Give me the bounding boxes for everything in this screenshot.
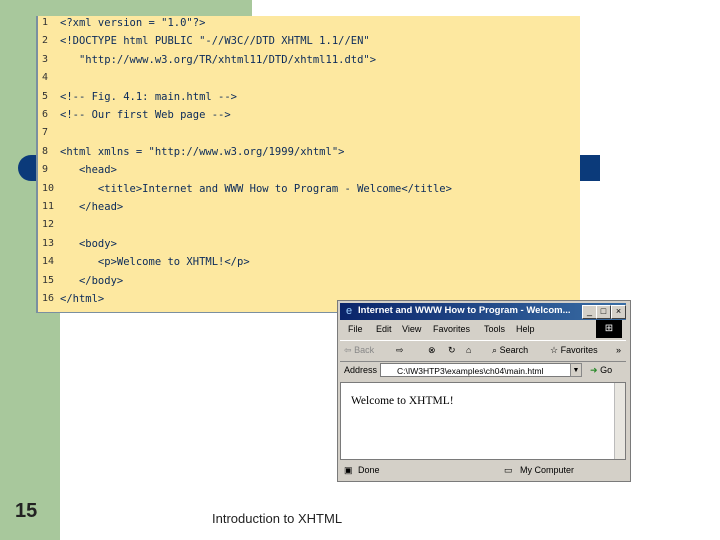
line-number: 4 — [42, 72, 49, 84]
code-text: <!-- Our first Web page --> — [60, 109, 231, 121]
line-number: 3 — [42, 53, 49, 65]
code-line: 4 — [38, 72, 580, 90]
line-number: 10 — [42, 182, 55, 194]
favorites-label: Favorites — [560, 345, 598, 355]
slide-number: 15 — [15, 500, 38, 522]
menu-file[interactable]: File — [348, 324, 363, 334]
code-text: <html xmlns = "http://www.w3.org/1999/xh… — [60, 145, 345, 158]
line-number: 6 — [42, 109, 49, 120]
line-number: 14 — [42, 256, 55, 268]
forward-arrow-icon: ⇨ — [396, 345, 404, 355]
minimize-button[interactable]: _ — [582, 305, 597, 319]
go-button[interactable]: ➜ Go — [590, 365, 612, 376]
code-text: "http://www.w3.org/TR/xhtml11/DTD/xhtml1… — [60, 53, 377, 66]
code-line: 6 <!-- Our first Web page --> — [38, 109, 580, 127]
status-bar: ▣ Done ▭ My Computer — [340, 462, 626, 478]
back-button[interactable]: ⇦ Back — [344, 345, 374, 356]
back-arrow-icon: ⇦ — [344, 345, 352, 355]
address-dropdown-icon[interactable]: ▼ — [570, 363, 582, 377]
menu-help[interactable]: Help — [516, 324, 535, 334]
favorites-button[interactable]: ☆ Favorites — [550, 345, 598, 356]
home-icon[interactable]: ⌂ — [466, 345, 471, 355]
code-line: 1 <?xml version = "1.0"?> — [38, 17, 580, 35]
line-number: 11 — [42, 201, 55, 212]
code-line: 3 "http://www.w3.org/TR/xhtml11/DTD/xhtm… — [38, 54, 580, 72]
forward-button[interactable]: ⇨ — [396, 345, 404, 356]
line-number: 2 — [42, 35, 49, 47]
search-label: Search — [499, 345, 529, 355]
browser-titlebar: e Internet and WWW How to Program - Welc… — [340, 303, 626, 320]
line-number: 12 — [42, 219, 55, 231]
maximize-button[interactable]: □ — [596, 305, 611, 319]
vertical-scrollbar[interactable] — [614, 383, 625, 459]
address-label: Address — [344, 365, 378, 375]
menu-view[interactable]: View — [402, 324, 421, 334]
menu-tools[interactable]: Tools — [484, 324, 505, 334]
line-number: 7 — [42, 127, 49, 139]
code-line: 12 — [38, 219, 580, 237]
line-number: 8 — [42, 145, 49, 157]
line-number: 1 — [42, 17, 49, 28]
menu-edit[interactable]: Edit — [376, 324, 392, 334]
code-text: </html> — [60, 293, 105, 305]
window-title: Internet and WWW How to Program - Welcom… — [358, 305, 571, 316]
search-icon: ⌕ — [492, 345, 498, 355]
my-computer-icon: ▭ — [504, 465, 513, 475]
status-done: Done — [358, 465, 380, 475]
code-line: 2 <!DOCTYPE html PUBLIC "-//W3C//DTD XHTM… — [38, 35, 580, 53]
code-text: </body> — [60, 274, 124, 287]
page-content-text: Welcome to XHTML! — [351, 395, 454, 407]
ie-icon: e — [345, 305, 353, 317]
code-line: 10 <title>Internet and WWW How to Progra… — [38, 183, 580, 201]
line-number: 16 — [42, 293, 55, 304]
code-text: <!DOCTYPE html PUBLIC "-//W3C//DTD XHTML… — [60, 35, 370, 48]
code-line: 13 <body> — [38, 238, 580, 256]
star-icon: ☆ — [550, 345, 559, 355]
line-number: 9 — [42, 164, 49, 176]
code-text: <head> — [60, 164, 117, 177]
code-text: </head> — [60, 201, 124, 213]
refresh-icon[interactable]: ↻ — [448, 345, 456, 356]
menu-bar: File Edit View Favorites Tools Help — [340, 322, 626, 338]
code-line: 15 </body> — [38, 275, 580, 293]
address-bar: Address C:\IW3HTP3\examples\ch04\main.ht… — [340, 361, 626, 381]
code-listing: 1 <?xml version = "1.0"?> 2 <!DOCTYPE html … — [36, 16, 580, 313]
status-zone: My Computer — [520, 465, 575, 475]
windows-logo-icon: ⊞ — [596, 320, 622, 338]
address-input[interactable]: C:\IW3HTP3\examples\ch04\main.html — [380, 363, 572, 377]
code-line: 8 <html xmlns = "http://www.w3.org/1999/x… — [38, 146, 580, 164]
code-text: <?xml version = "1.0"?> — [60, 17, 206, 29]
page-viewport: Welcome to XHTML! — [340, 382, 626, 460]
slide-footer: Introduction to XHTML — [212, 511, 343, 526]
code-line: 5 <!-- Fig. 4.1: main.html --> — [38, 91, 580, 109]
search-button[interactable]: ⌕ Search — [492, 345, 528, 356]
code-text: <!-- Fig. 4.1: main.html --> — [60, 90, 238, 103]
line-number: 15 — [42, 274, 55, 286]
code-text: <title>Internet and WWW How to Program -… — [60, 182, 452, 195]
line-number: 5 — [42, 90, 49, 102]
close-button[interactable]: × — [611, 305, 626, 319]
browser-window: e Internet and WWW How to Program - Welc… — [337, 300, 631, 482]
code-text: <p>Welcome to XHTML!</p> — [60, 256, 250, 269]
go-arrow-icon: ➜ — [590, 365, 598, 375]
code-line: 14 <p>Welcome to XHTML!</p> — [38, 256, 580, 274]
browser-toolbar: ⇦ Back ⇨ ⊗ ↻ ⌂ ⌕ Search ☆ Favorites » — [340, 340, 626, 362]
status-page-icon: ▣ — [344, 465, 353, 475]
line-number: 13 — [42, 237, 55, 249]
code-line: 7 — [38, 127, 580, 145]
code-text: <body> — [60, 237, 117, 250]
menu-favorites[interactable]: Favorites — [433, 324, 470, 334]
go-label: Go — [600, 365, 613, 375]
toolbar-chevron-icon[interactable]: » — [616, 345, 621, 355]
back-label: Back — [354, 345, 375, 355]
code-line: 9 <head> — [38, 164, 580, 182]
stop-icon[interactable]: ⊗ — [428, 345, 436, 356]
code-line: 11 </head> — [38, 201, 580, 219]
